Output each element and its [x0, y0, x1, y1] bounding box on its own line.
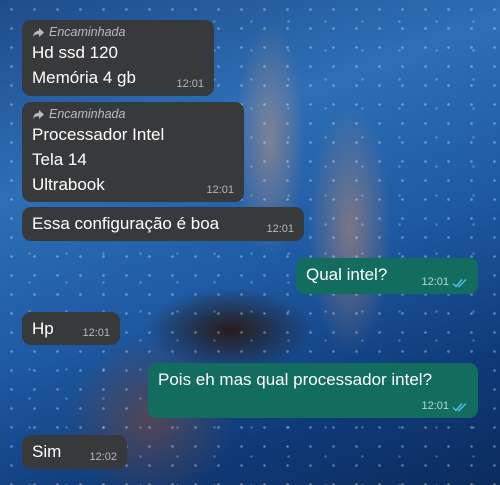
- message-time: 12:02: [89, 451, 117, 463]
- message-time: 12:01: [176, 78, 204, 90]
- message-bubble[interactable]: Hp 12:01: [22, 312, 120, 345]
- message-time: 12:01: [206, 184, 234, 196]
- message-bubble[interactable]: Qual intel? 12:01: [296, 258, 478, 294]
- double-check-icon: [452, 278, 467, 288]
- message-time: 12:01: [421, 276, 468, 289]
- message-text: Processador Intel: [32, 125, 165, 144]
- forwarded-label: Encaminhada: [32, 24, 204, 40]
- message-time: 12:01: [82, 327, 110, 339]
- message-text: Pois eh mas qual processador intel?: [158, 370, 433, 389]
- message-text: Hd ssd 120: [32, 43, 118, 62]
- message-bubble[interactable]: Essa configuração é boa 12:01: [22, 207, 304, 241]
- message-time: 12:01: [421, 400, 468, 413]
- forward-arrow-icon: [33, 109, 44, 119]
- message-text: Tela 14: [32, 150, 87, 169]
- message-text: Essa configuração é boa: [32, 214, 220, 233]
- forward-arrow-icon: [33, 27, 44, 37]
- message-text: Ultrabook: [32, 175, 105, 194]
- message-bubble[interactable]: Encaminhada Processador Intel Tela 14 Ul…: [22, 102, 244, 202]
- message-bubble[interactable]: Encaminhada Hd ssd 120 Memória 4 gb 12:0…: [22, 20, 214, 96]
- message-time: 12:01: [266, 223, 294, 235]
- message-bubble[interactable]: Sim 12:02: [22, 435, 127, 469]
- double-check-icon: [452, 402, 467, 412]
- forwarded-label: Encaminhada: [32, 106, 234, 122]
- message-bubble[interactable]: Pois eh mas qual processador intel? 12:0…: [148, 363, 478, 418]
